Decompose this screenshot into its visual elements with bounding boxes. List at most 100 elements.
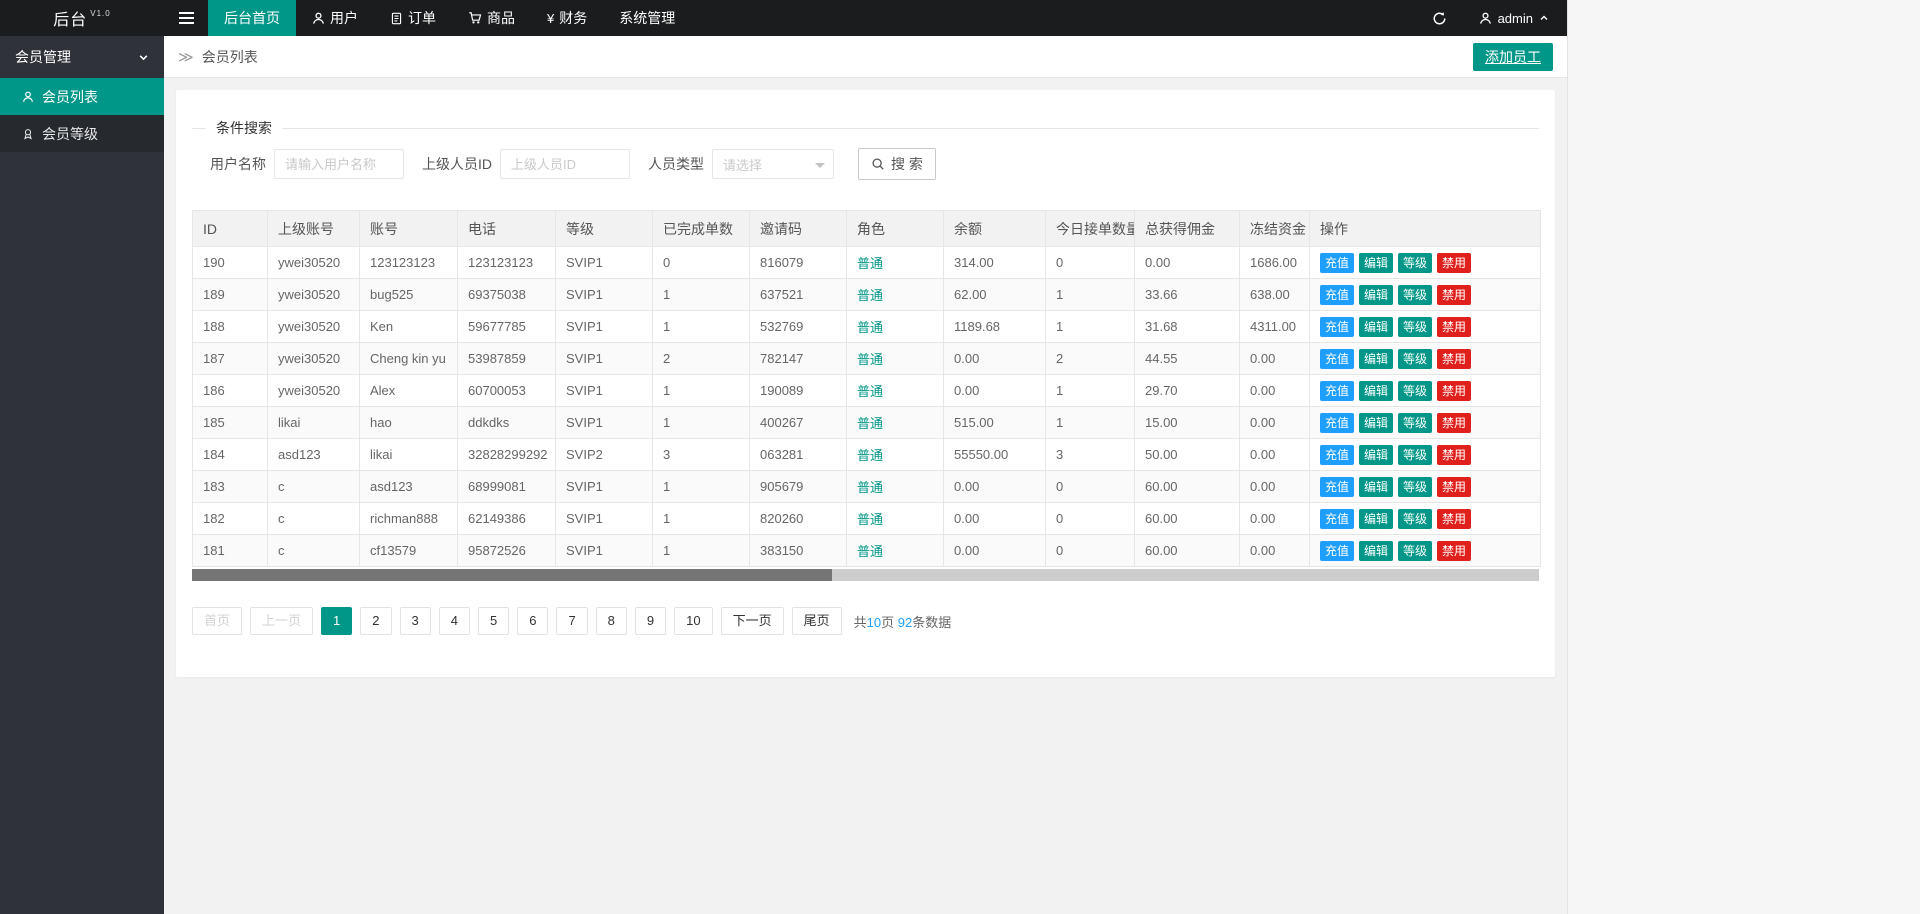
page-button-8[interactable]: 8	[595, 607, 627, 635]
role-link[interactable]: 普通	[857, 544, 883, 559]
chevron-down-icon	[138, 52, 149, 63]
page-button-6[interactable]: 6	[517, 607, 549, 635]
cell-level: SVIP1	[555, 310, 653, 343]
user-menu[interactable]: admin	[1461, 0, 1567, 36]
person-type-select[interactable]: 请选择	[712, 149, 834, 179]
recharge-button[interactable]: 充值	[1320, 412, 1355, 433]
recharge-button[interactable]: 充值	[1320, 444, 1355, 465]
level-button[interactable]: 等级	[1398, 444, 1433, 465]
disable-button[interactable]: 禁用	[1437, 476, 1472, 497]
level-button[interactable]: 等级	[1398, 508, 1433, 529]
edit-button[interactable]: 编辑	[1359, 444, 1394, 465]
role-link[interactable]: 普通	[857, 320, 883, 335]
top-nav-item-1[interactable]: 后台首页	[208, 0, 296, 36]
member-list-card: 条件搜索 用户名称 上级人员ID 人员类型 请选择	[176, 90, 1555, 677]
role-link[interactable]: 普通	[857, 288, 883, 303]
level-button[interactable]: 等级	[1398, 412, 1433, 433]
recharge-button[interactable]: 充值	[1320, 540, 1355, 561]
page-button-9[interactable]: 9	[634, 607, 667, 635]
page-next-button[interactable]: 下一页	[720, 607, 784, 635]
recharge-button[interactable]: 充值	[1320, 476, 1355, 497]
role-link[interactable]: 普通	[857, 416, 883, 431]
recharge-button[interactable]: 充值	[1320, 284, 1355, 305]
disable-button[interactable]: 禁用	[1437, 444, 1472, 465]
recharge-button[interactable]: 充值	[1320, 316, 1355, 337]
cell-balance: 1189.68	[943, 310, 1046, 343]
cell-phone: 59677785	[457, 310, 556, 343]
menu-toggle-icon[interactable]	[164, 0, 208, 36]
username-input[interactable]	[274, 149, 404, 179]
role-link[interactable]: 普通	[857, 448, 883, 463]
page-button-3[interactable]: 3	[399, 607, 431, 635]
recharge-button[interactable]: 充值	[1320, 380, 1355, 401]
scrollbar-thumb[interactable]	[192, 569, 832, 581]
level-button[interactable]: 等级	[1398, 284, 1433, 305]
edit-button[interactable]: 编辑	[1359, 348, 1394, 369]
role-link[interactable]: 普通	[857, 384, 883, 399]
level-button[interactable]: 等级	[1398, 476, 1433, 497]
cell-phone: 69375038	[457, 278, 556, 311]
top-nav-item-6[interactable]: 系统管理	[603, 0, 691, 36]
recharge-button[interactable]: 充值	[1320, 348, 1355, 369]
top-nav-item-4[interactable]: 商品	[452, 0, 531, 36]
level-button[interactable]: 等级	[1398, 316, 1433, 337]
parent-id-input[interactable]	[500, 149, 630, 179]
recharge-button[interactable]: 充值	[1320, 508, 1355, 529]
sidebar-item-2[interactable]: 会员等级	[0, 115, 164, 152]
edit-button[interactable]: 编辑	[1359, 540, 1394, 561]
disable-button[interactable]: 禁用	[1437, 380, 1472, 401]
triangle-down-icon	[815, 163, 825, 173]
page-prev-button[interactable]: 上一页	[250, 607, 314, 635]
cell-completed-orders: 1	[652, 310, 750, 343]
page-button-2[interactable]: 2	[360, 607, 392, 635]
level-button[interactable]: 等级	[1398, 252, 1433, 273]
horizontal-scrollbar[interactable]	[192, 569, 1539, 581]
cell-completed-orders: 1	[652, 374, 750, 407]
role-link[interactable]: 普通	[857, 352, 883, 367]
sidebar-item-1[interactable]: 会员列表	[0, 78, 164, 115]
search-button[interactable]: 搜 索	[858, 148, 936, 180]
edit-button[interactable]: 编辑	[1359, 508, 1394, 529]
page-button-10[interactable]: 10	[674, 607, 713, 635]
edit-button[interactable]: 编辑	[1359, 316, 1394, 337]
disable-button[interactable]: 禁用	[1437, 540, 1472, 561]
level-button[interactable]: 等级	[1398, 380, 1433, 401]
add-staff-button[interactable]: 添加员工	[1473, 42, 1553, 71]
cell-id: 184	[192, 438, 268, 471]
search-icon	[871, 157, 885, 171]
disable-button[interactable]: 禁用	[1437, 412, 1472, 433]
top-nav-item-2[interactable]: 用户	[296, 0, 374, 36]
disable-button[interactable]: 禁用	[1437, 316, 1472, 337]
edit-button[interactable]: 编辑	[1359, 476, 1394, 497]
column-header: 总获得佣金	[1134, 210, 1240, 247]
role-link[interactable]: 普通	[857, 480, 883, 495]
top-nav-item-5[interactable]: ¥ 财务	[531, 0, 603, 36]
cell-parent-account: asd123	[267, 438, 360, 471]
disable-button[interactable]: 禁用	[1437, 348, 1472, 369]
level-button[interactable]: 等级	[1398, 348, 1433, 369]
edit-button[interactable]: 编辑	[1359, 252, 1394, 273]
recharge-button[interactable]: 充值	[1320, 252, 1355, 273]
cell-balance: 55550.00	[943, 438, 1046, 471]
role-link[interactable]: 普通	[857, 256, 883, 271]
disable-button[interactable]: 禁用	[1437, 284, 1472, 305]
role-link[interactable]: 普通	[857, 512, 883, 527]
edit-button[interactable]: 编辑	[1359, 380, 1394, 401]
page-button-4[interactable]: 4	[438, 607, 470, 635]
page-last-button[interactable]: 尾页	[791, 607, 842, 635]
page-button-5[interactable]: 5	[477, 607, 510, 635]
page-button-7[interactable]: 7	[556, 607, 588, 635]
edit-button[interactable]: 编辑	[1359, 284, 1394, 305]
sidebar-group-member-management[interactable]: 会员管理	[0, 36, 164, 78]
page-first-button[interactable]: 首页	[192, 607, 243, 635]
edit-button[interactable]: 编辑	[1359, 412, 1394, 433]
refresh-icon[interactable]	[1419, 0, 1461, 36]
nav-label: 订单	[408, 10, 436, 26]
page-button-1[interactable]: 1	[321, 607, 353, 635]
search-button-label: 搜 索	[891, 156, 923, 172]
level-button[interactable]: 等级	[1398, 540, 1433, 561]
top-nav-item-3[interactable]: 订单	[374, 0, 452, 36]
disable-button[interactable]: 禁用	[1437, 252, 1472, 273]
disable-button[interactable]: 禁用	[1437, 508, 1472, 529]
